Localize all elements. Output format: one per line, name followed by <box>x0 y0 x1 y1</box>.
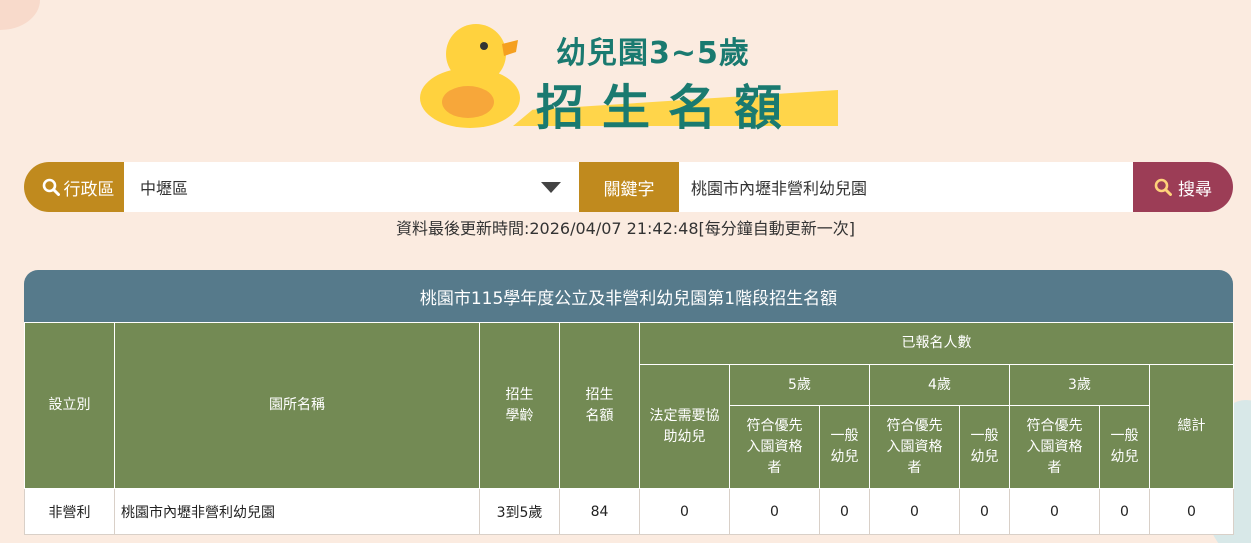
quota-panel: 桃園市115學年度公立及非營利幼兒園第1階段招生名額 設立別 園所名稱 招生學齡… <box>24 270 1234 543</box>
table-title: 桃園市115學年度公立及非營利幼兒園第1階段招生名額 <box>24 270 1233 322</box>
header-priority: 符合優先入園資格者 <box>869 405 960 489</box>
quota-table: 設立別 園所名稱 招生學齡 招生名額 已報名人數 法定需要協助幼兒 5歲 4歲 … <box>24 322 1234 535</box>
search-icon <box>1154 178 1172 196</box>
header-age: 招生學齡 <box>479 322 560 489</box>
cell-age: 3到5歲 <box>479 488 560 535</box>
header-age5: 5歲 <box>729 364 870 406</box>
district-select[interactable]: 中壢區 <box>124 162 579 212</box>
cell-type: 非營利 <box>24 488 115 535</box>
cell-total: 0 <box>1149 488 1234 535</box>
keyword-label-text: 關鍵字 <box>603 179 655 200</box>
header-general: 一般幼兒 <box>959 405 1010 489</box>
keyword-input[interactable] <box>679 162 1133 212</box>
header-age3: 3歲 <box>1009 364 1150 406</box>
header-priority: 符合優先入園資格者 <box>1009 405 1100 489</box>
page-subtitle: 招生名額 <box>536 80 801 136</box>
header-quota: 招生名額 <box>559 322 640 489</box>
header-legal: 法定需要協助幼兒 <box>639 364 730 489</box>
cell-name: 桃園市內壢非營利幼兒園 <box>114 488 480 535</box>
header-total: 總計 <box>1149 364 1234 489</box>
cell-quota: 84 <box>559 488 640 535</box>
duck-icon <box>420 24 520 128</box>
header-general: 一般幼兒 <box>819 405 870 489</box>
cell-age5-general: 0 <box>819 488 870 535</box>
keyword-label: 關鍵字 <box>579 162 679 212</box>
header-priority: 符合優先入園資格者 <box>729 405 820 489</box>
background-blob <box>0 0 40 30</box>
cell-age3-priority: 0 <box>1009 488 1100 535</box>
header-name: 園所名稱 <box>114 322 480 489</box>
table-row: 非營利 桃園市內壢非營利幼兒園 3到5歲 84 0 0 0 0 0 0 0 0 <box>24 488 1234 535</box>
header-registered: 已報名人數 <box>639 322 1234 365</box>
header-age4: 4歲 <box>869 364 1010 406</box>
search-icon <box>42 178 60 196</box>
search-bar: 行政區 中壢區 關鍵字 搜尋 <box>24 162 1233 212</box>
cell-age5-priority: 0 <box>729 488 820 535</box>
cell-legal: 0 <box>639 488 730 535</box>
header-type: 設立別 <box>24 322 115 489</box>
last-updated-text: 資料最後更新時間:2026/04/07 21:42:48[每分鐘自動更新一次] <box>395 219 856 238</box>
search-button-label: 搜尋 <box>1178 179 1212 200</box>
page-logo: 幼兒園3~5歲 招生名額 <box>418 18 848 136</box>
header-general: 一般幼兒 <box>1099 405 1150 489</box>
district-select-value: 中壢區 <box>140 179 189 198</box>
cell-age4-general: 0 <box>959 488 1010 535</box>
district-label: 行政區 <box>24 162 124 212</box>
district-label-text: 行政區 <box>63 179 115 200</box>
cell-age3-general: 0 <box>1099 488 1150 535</box>
page-title: 幼兒園3~5歲 <box>556 36 750 71</box>
search-button[interactable]: 搜尋 <box>1133 162 1233 212</box>
chevron-down-icon <box>541 181 561 193</box>
cell-age4-priority: 0 <box>869 488 960 535</box>
